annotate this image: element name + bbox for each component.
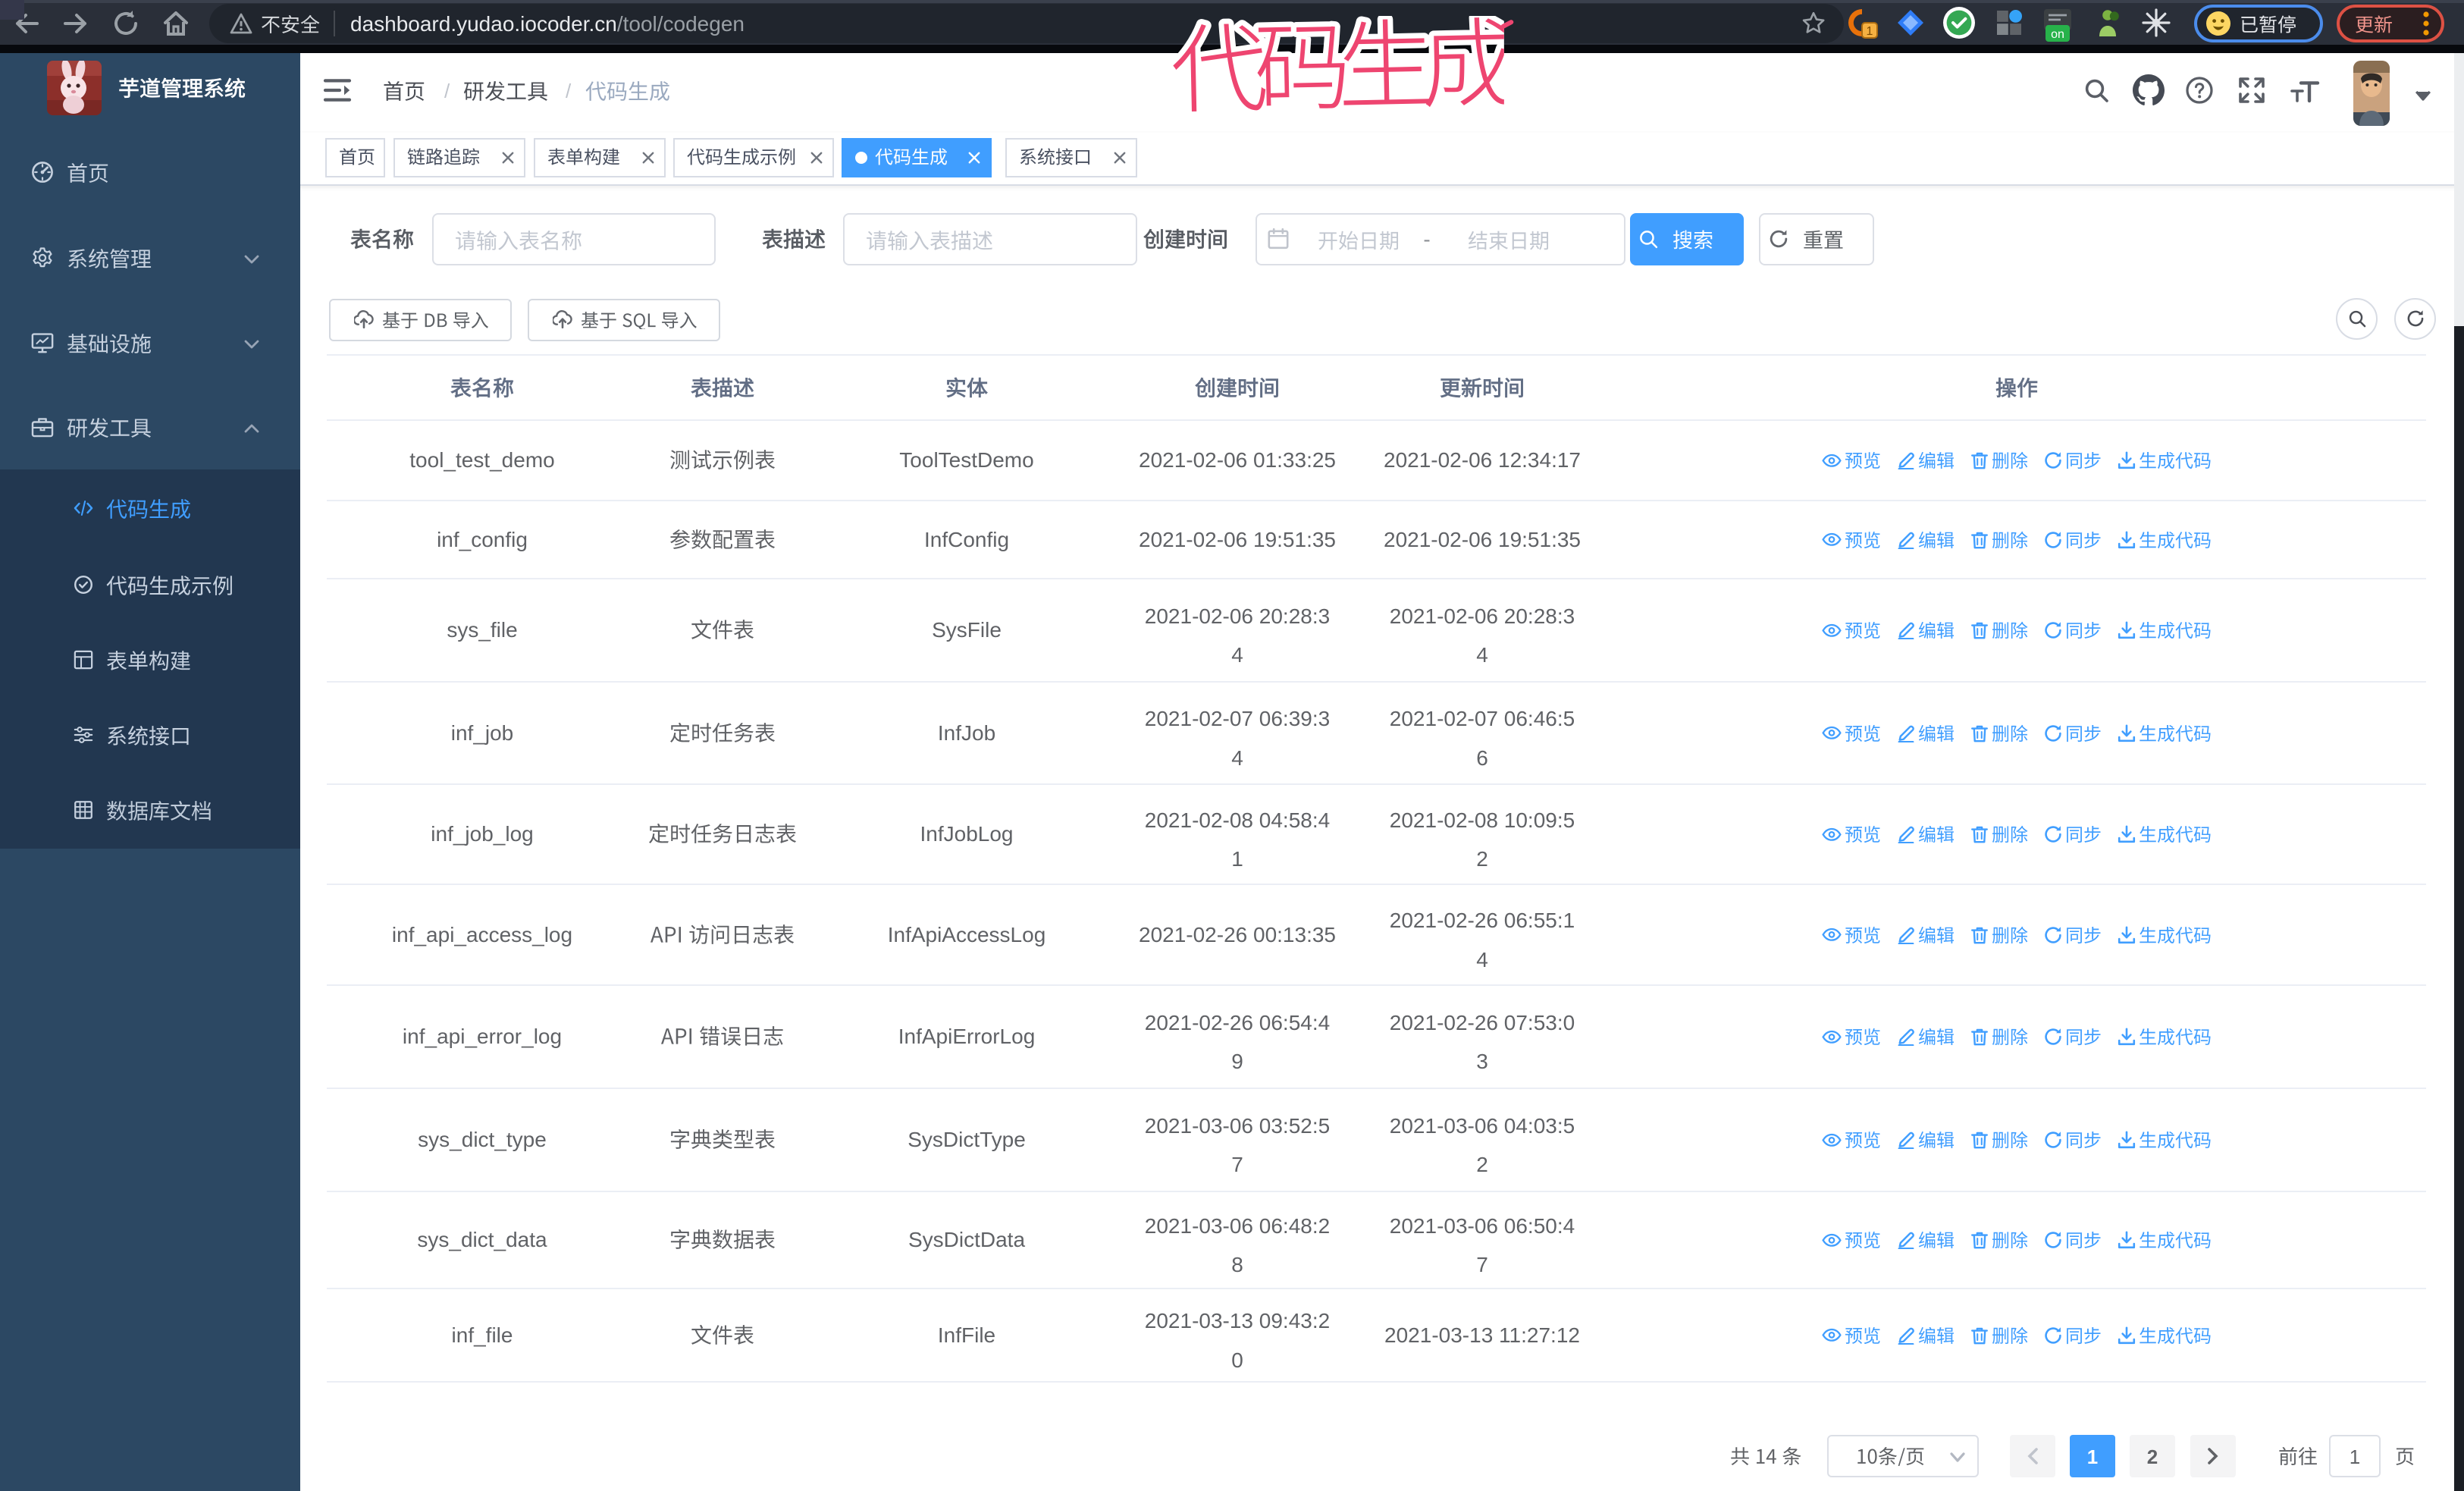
svg-text:on: on xyxy=(2051,28,2064,41)
svg-text:1: 1 xyxy=(1867,25,1873,38)
